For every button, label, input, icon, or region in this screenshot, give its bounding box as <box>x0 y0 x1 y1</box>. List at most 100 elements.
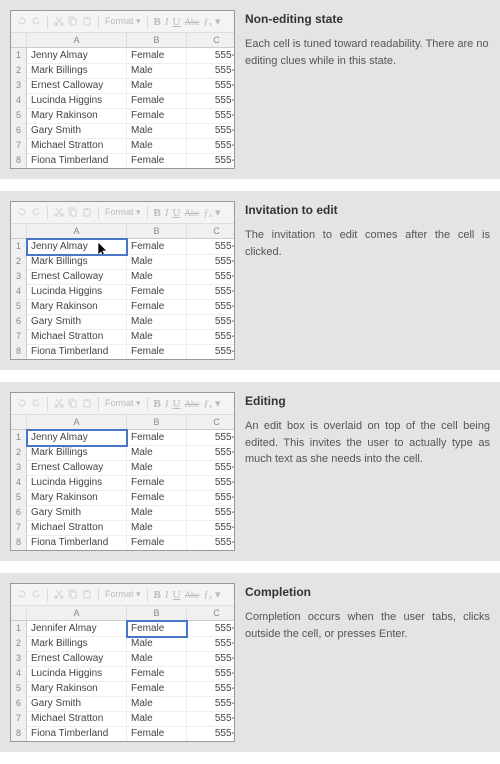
cell-name[interactable]: Mark Billings <box>27 63 127 79</box>
cell-phone[interactable]: 555-55 <box>187 520 235 536</box>
strike-button[interactable]: Abc <box>185 590 200 600</box>
undo-icon[interactable] <box>17 207 27 219</box>
function-button[interactable]: ƒₓ ▾ <box>204 15 221 28</box>
row-header[interactable]: 2 <box>11 445 27 461</box>
cell-name[interactable]: Jenny Almay <box>27 48 127 64</box>
cell-name[interactable]: Jenny Almay <box>27 430 127 446</box>
cell-phone[interactable]: 555-55 <box>187 314 235 330</box>
cell-gender[interactable]: Female <box>127 108 187 124</box>
row-header[interactable]: 8 <box>11 344 27 360</box>
cell-phone[interactable]: 555-55 <box>187 108 235 124</box>
cell-name[interactable]: Mark Billings <box>27 636 127 652</box>
cell-gender[interactable]: Female <box>127 535 187 551</box>
cell-gender[interactable]: Female <box>127 48 187 64</box>
row-header[interactable]: 2 <box>11 63 27 79</box>
format-menu[interactable]: Format ▾ <box>105 589 141 600</box>
cell-phone[interactable]: 555-55 <box>187 123 235 139</box>
cell-name[interactable]: Michael Stratton <box>27 138 127 154</box>
cell-gender[interactable]: Male <box>127 445 187 461</box>
cell-name[interactable]: Jennifer Almay <box>27 621 127 637</box>
cell-gender[interactable]: Male <box>127 505 187 521</box>
cell-gender[interactable]: Female <box>127 239 187 255</box>
column-header[interactable]: A <box>27 606 127 620</box>
cell-name[interactable]: Gary Smith <box>27 505 127 521</box>
cell-gender[interactable]: Male <box>127 329 187 345</box>
column-header[interactable]: B <box>127 415 187 429</box>
cell-phone[interactable]: 555-55 <box>187 284 235 300</box>
cell-phone[interactable]: 555-55 <box>187 239 235 255</box>
copy-icon[interactable] <box>68 207 78 219</box>
cell-name[interactable]: Fiona Timberland <box>27 535 127 551</box>
cell-gender[interactable]: Female <box>127 93 187 109</box>
cell-name[interactable]: Fiona Timberland <box>27 344 127 360</box>
cell-gender[interactable]: Female <box>127 430 187 446</box>
cell-gender[interactable]: Male <box>127 520 187 536</box>
cell-name[interactable]: Ernest Calloway <box>27 78 127 94</box>
cell-phone[interactable]: 555-55 <box>187 153 235 169</box>
bold-button[interactable]: B <box>154 589 161 601</box>
row-header[interactable]: 5 <box>11 681 27 697</box>
cell-phone[interactable]: 555-55 <box>187 430 235 446</box>
cell-gender[interactable]: Female <box>127 681 187 697</box>
row-header[interactable]: 3 <box>11 269 27 285</box>
cell-gender[interactable]: Male <box>127 651 187 667</box>
underline-button[interactable]: U <box>173 207 181 219</box>
row-header[interactable]: 8 <box>11 726 27 742</box>
cell-phone[interactable]: 555-55 <box>187 48 235 64</box>
cell-phone[interactable]: 555-55 <box>187 726 235 742</box>
underline-button[interactable]: U <box>173 398 181 410</box>
cell-gender[interactable]: Male <box>127 138 187 154</box>
cell-name[interactable]: Ernest Calloway <box>27 460 127 476</box>
row-header[interactable]: 6 <box>11 696 27 712</box>
cell-phone[interactable]: 555-55 <box>187 138 235 154</box>
column-header[interactable]: B <box>127 606 187 620</box>
cell-phone[interactable]: 555-55 <box>187 696 235 712</box>
row-header[interactable]: 2 <box>11 636 27 652</box>
cell-gender[interactable]: Male <box>127 460 187 476</box>
cell-name[interactable]: Mary Rakinson <box>27 108 127 124</box>
row-header[interactable]: 3 <box>11 460 27 476</box>
cell-gender[interactable]: Male <box>127 78 187 94</box>
copy-icon[interactable] <box>68 16 78 28</box>
paste-icon[interactable] <box>82 16 92 28</box>
undo-icon[interactable] <box>17 16 27 28</box>
cell-phone[interactable]: 555-55 <box>187 651 235 667</box>
cell-name[interactable]: Lucinda Higgins <box>27 475 127 491</box>
cell-name[interactable]: Mary Rakinson <box>27 299 127 315</box>
row-header[interactable]: 6 <box>11 505 27 521</box>
function-button[interactable]: ƒₓ ▾ <box>204 206 221 219</box>
strike-button[interactable]: Abc <box>185 17 200 27</box>
cell-phone[interactable]: 555-55 <box>187 299 235 315</box>
bold-button[interactable]: B <box>154 16 161 28</box>
cell-phone[interactable]: 555-55 <box>187 681 235 697</box>
cell-name[interactable]: Mark Billings <box>27 445 127 461</box>
row-header[interactable]: 8 <box>11 153 27 169</box>
cell-name[interactable]: Lucinda Higgins <box>27 284 127 300</box>
cell-gender[interactable]: Male <box>127 63 187 79</box>
cell-gender[interactable]: Male <box>127 711 187 727</box>
format-menu[interactable]: Format ▾ <box>105 16 141 27</box>
cell-phone[interactable]: 555-55 <box>187 666 235 682</box>
cell-gender[interactable]: Female <box>127 726 187 742</box>
paste-icon[interactable] <box>82 207 92 219</box>
row-header[interactable]: 2 <box>11 254 27 270</box>
row-header[interactable]: 5 <box>11 299 27 315</box>
cell-phone[interactable]: 555-55 <box>187 505 235 521</box>
underline-button[interactable]: U <box>173 589 181 601</box>
cell-gender[interactable]: Female <box>127 284 187 300</box>
cell-phone[interactable]: 555-55 <box>187 78 235 94</box>
cell-phone[interactable]: 555-55 <box>187 254 235 270</box>
paste-icon[interactable] <box>82 589 92 601</box>
row-header[interactable]: 8 <box>11 535 27 551</box>
cell-gender[interactable]: Female <box>127 344 187 360</box>
cell-gender[interactable]: Female <box>127 490 187 506</box>
cell-phone[interactable]: 555-55 <box>187 63 235 79</box>
format-menu[interactable]: Format ▾ <box>105 398 141 409</box>
cell-name[interactable]: Michael Stratton <box>27 329 127 345</box>
row-header[interactable]: 3 <box>11 78 27 94</box>
italic-button[interactable]: I <box>165 398 169 410</box>
cell-phone[interactable]: 555-55 <box>187 93 235 109</box>
cell-gender[interactable]: Male <box>127 254 187 270</box>
cell-phone[interactable]: 555-55 <box>187 535 235 551</box>
underline-button[interactable]: U <box>173 16 181 28</box>
